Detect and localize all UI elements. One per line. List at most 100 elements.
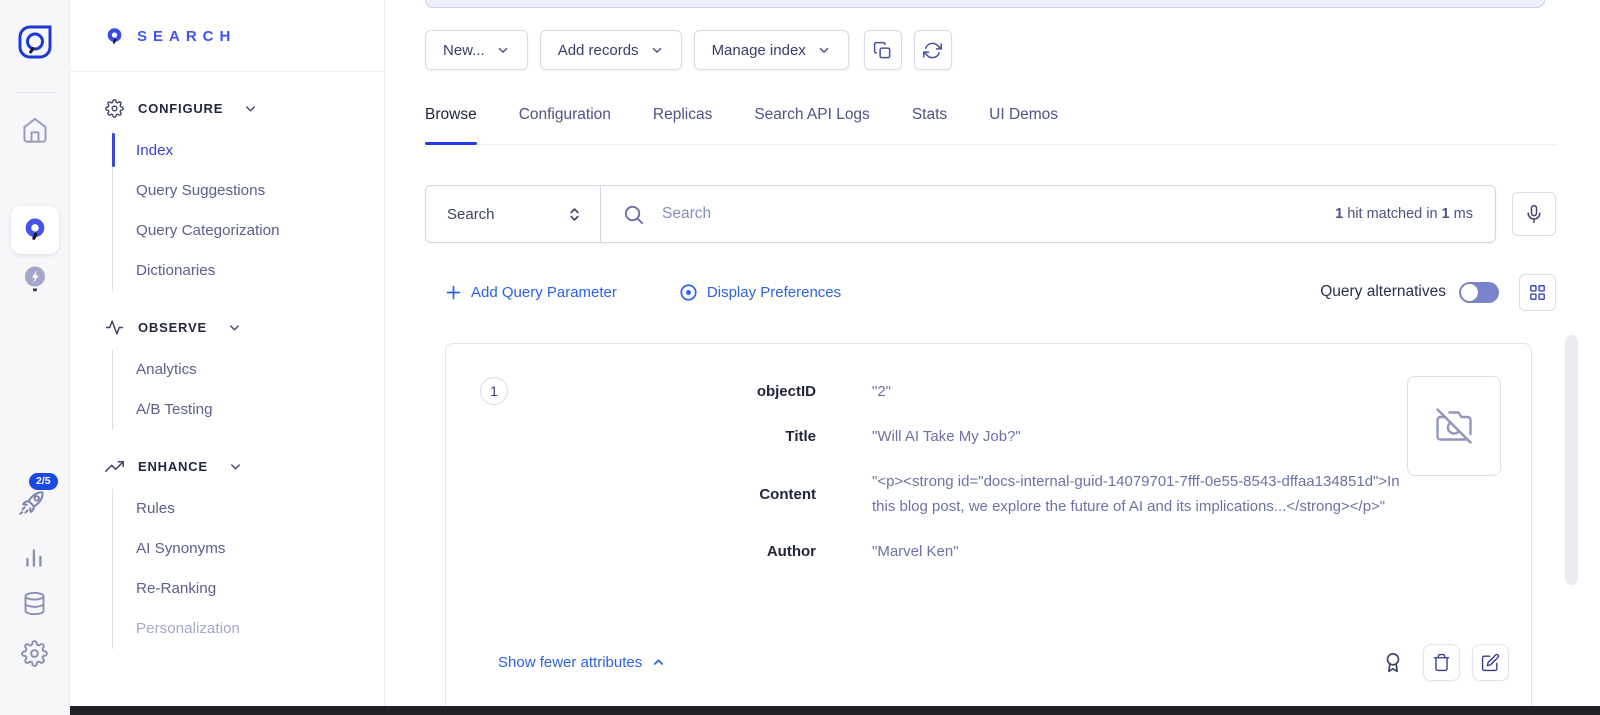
settings-gear-icon[interactable]: [21, 640, 48, 667]
tab-stats[interactable]: Stats: [912, 106, 947, 144]
rocket-icon[interactable]: [16, 487, 48, 519]
copy-icon: [873, 41, 892, 60]
attribute-name: Author: [482, 539, 816, 564]
record-rank-badge: 1: [480, 377, 508, 405]
sidebar-item-dictionaries[interactable]: Dictionaries: [136, 251, 384, 291]
analytics-bars-icon[interactable]: [22, 545, 48, 571]
sidebar-item-analytics[interactable]: Analytics: [136, 350, 384, 390]
add-query-parameter-label: Add Query Parameter: [471, 284, 617, 301]
group-label: CONFIGURE: [138, 101, 223, 116]
group-header-configure[interactable]: CONFIGURE: [105, 99, 384, 118]
attribute-row: Title "Will AI Take My Job?": [482, 424, 1495, 449]
database-icon[interactable]: [21, 590, 48, 617]
search-mini-icon: [105, 27, 124, 46]
plus-icon: [445, 284, 462, 301]
voice-search-button[interactable]: [1512, 192, 1556, 236]
query-options-row: Add Query Parameter Display Preferences …: [425, 273, 1556, 311]
index-toolbar: New... Add records Manage index: [425, 0, 1556, 70]
window-bottom-edge: [70, 706, 1600, 715]
ranking-info-icon[interactable]: [1382, 652, 1404, 674]
attribute-row: Content "<p><strong id="docs-internal-gu…: [482, 469, 1495, 519]
show-fewer-attributes-link[interactable]: Show fewer attributes: [498, 654, 666, 671]
home-icon[interactable]: [21, 116, 49, 144]
sidebar-item-query-suggestions[interactable]: Query Suggestions: [136, 171, 384, 211]
display-preferences-link[interactable]: Display Preferences: [679, 283, 841, 302]
recommend-bulb-icon[interactable]: [20, 264, 50, 294]
sidebar-item-ab-testing[interactable]: A/B Testing: [136, 390, 384, 430]
add-records-button[interactable]: Add records: [540, 30, 682, 70]
attribute-name: objectID: [482, 379, 816, 404]
group-label: OBSERVE: [138, 320, 207, 335]
chevron-down-icon: [817, 43, 831, 57]
hits-text: hit matched in: [1347, 206, 1437, 222]
manage-index-button[interactable]: Manage index: [694, 30, 849, 70]
record-attributes: objectID "2" Title "Will AI Take My Job?…: [482, 379, 1495, 564]
search-product-icon[interactable]: [11, 206, 59, 254]
search-scope-select[interactable]: Search: [426, 186, 601, 242]
search-sidebar: SEARCH CONFIGURE Index Query Suggestions…: [70, 0, 385, 715]
sidebar-title: SEARCH: [137, 28, 236, 45]
group-items-observe: Analytics A/B Testing: [112, 350, 384, 430]
new-button-label: New...: [443, 42, 485, 59]
show-fewer-label: Show fewer attributes: [498, 654, 642, 671]
search-scope-value: Search: [447, 206, 495, 223]
camera-off-icon: [1436, 408, 1472, 444]
sidebar-item-query-categorization[interactable]: Query Categorization: [136, 211, 384, 251]
copy-index-button[interactable]: [864, 30, 902, 70]
sidebar-group-enhance: ENHANCE Rules AI Synonyms Re-Ranking Per…: [105, 457, 384, 649]
sidebar-item-personalization[interactable]: Personalization: [136, 609, 384, 649]
chevrons-up-down-icon: [566, 206, 583, 223]
new-index-button[interactable]: New...: [425, 30, 528, 70]
query-alternatives-toggle[interactable]: [1459, 282, 1499, 303]
attribute-value: "<p><strong id="docs-internal-guid-14079…: [872, 469, 1412, 519]
attribute-value: "2": [872, 379, 1412, 404]
sidebar-divider: [70, 71, 384, 72]
query-alternatives-group: Query alternatives: [1320, 274, 1556, 311]
algolia-logo-icon[interactable]: [13, 20, 57, 64]
tab-browse[interactable]: Browse: [425, 106, 477, 144]
attribute-value: "Will AI Take My Job?": [872, 424, 1412, 449]
query-alternatives-label: Query alternatives: [1320, 283, 1446, 301]
manage-index-label: Manage index: [712, 42, 806, 59]
record-image-placeholder: [1407, 376, 1501, 476]
sidebar-item-index[interactable]: Index: [136, 131, 384, 171]
edit-icon: [1481, 653, 1500, 672]
trash-icon: [1432, 653, 1451, 672]
layout-grid-button[interactable]: [1519, 274, 1556, 311]
gear-icon: [105, 99, 124, 118]
tab-search-api-logs[interactable]: Search API Logs: [754, 106, 869, 144]
record-card-footer: Show fewer attributes: [482, 644, 1509, 681]
hits-time: 1: [1442, 206, 1450, 222]
delete-record-button[interactable]: [1423, 644, 1460, 681]
tab-replicas[interactable]: Replicas: [653, 106, 712, 144]
add-query-parameter-link[interactable]: Add Query Parameter: [445, 284, 617, 301]
chevron-up-icon: [651, 655, 666, 670]
group-items-enhance: Rules AI Synonyms Re-Ranking Personaliza…: [112, 489, 384, 649]
edit-record-button[interactable]: [1472, 644, 1509, 681]
search-input[interactable]: [662, 205, 1318, 223]
sidebar-item-rules[interactable]: Rules: [136, 489, 384, 529]
sidebar-header: SEARCH: [70, 0, 384, 46]
sidebar-item-ai-synonyms[interactable]: AI Synonyms: [136, 529, 384, 569]
app-rail: 2/5: [0, 0, 70, 715]
vertical-scrollbar-thumb[interactable]: [1565, 335, 1578, 585]
sidebar-item-re-ranking[interactable]: Re-Ranking: [136, 569, 384, 609]
search-row: Search 1 hit matched in 1 ms: [425, 185, 1556, 243]
attribute-name: Content: [482, 482, 816, 507]
display-preferences-label: Display Preferences: [707, 284, 841, 301]
search-icon: [622, 203, 645, 226]
group-header-observe[interactable]: OBSERVE: [105, 318, 384, 337]
refresh-button[interactable]: [914, 30, 952, 70]
sidebar-group-configure: CONFIGURE Index Query Suggestions Query …: [105, 99, 384, 291]
tab-configuration[interactable]: Configuration: [519, 106, 611, 144]
add-records-label: Add records: [558, 42, 639, 59]
trending-up-icon: [105, 457, 124, 476]
group-header-enhance[interactable]: ENHANCE: [105, 457, 384, 476]
eye-icon: [679, 283, 698, 302]
tab-ui-demos[interactable]: UI Demos: [989, 106, 1058, 144]
record-actions: [1382, 644, 1509, 681]
chevron-down-icon: [496, 43, 510, 57]
refresh-icon: [923, 41, 942, 60]
main-panel: New... Add records Manage index: [385, 0, 1600, 715]
group-label: ENHANCE: [138, 459, 208, 474]
